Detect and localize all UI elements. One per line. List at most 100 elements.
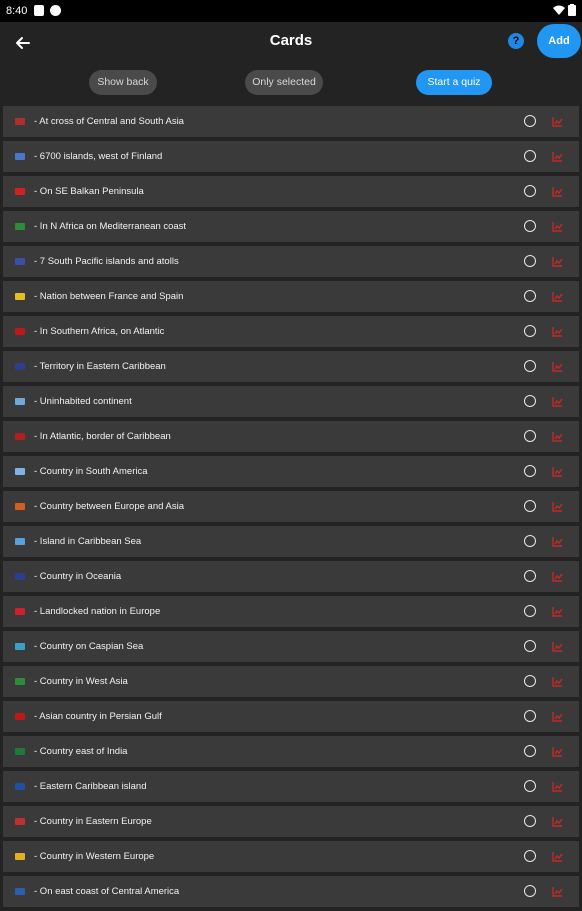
status-bar: 8:40 xyxy=(0,0,582,22)
select-radio[interactable] xyxy=(524,185,536,197)
stats-icon[interactable] xyxy=(552,676,563,687)
select-radio[interactable] xyxy=(524,815,536,827)
select-radio[interactable] xyxy=(524,395,536,407)
select-radio[interactable] xyxy=(524,500,536,512)
card-row[interactable]: - Asian country in Persian Gulf xyxy=(3,701,579,732)
stats-icon[interactable] xyxy=(552,536,563,547)
flag-icon xyxy=(15,888,25,895)
stats-icon[interactable] xyxy=(552,501,563,512)
select-radio[interactable] xyxy=(524,150,536,162)
card-label: - In N Africa on Mediterranean coast xyxy=(34,221,187,232)
stats-icon[interactable] xyxy=(552,606,563,617)
card-label: - Country in West Asia xyxy=(34,676,128,687)
card-label: - Country in Western Europe xyxy=(34,851,155,862)
card-row[interactable]: - On SE Balkan Peninsula xyxy=(3,176,579,207)
select-radio[interactable] xyxy=(524,535,536,547)
select-radio[interactable] xyxy=(524,780,536,792)
battery-icon xyxy=(568,4,576,16)
back-button[interactable] xyxy=(10,30,36,56)
stats-icon[interactable] xyxy=(552,396,563,407)
stats-icon[interactable] xyxy=(552,256,563,267)
select-radio[interactable] xyxy=(524,255,536,267)
card-row[interactable]: - Country on Caspian Sea xyxy=(3,631,579,662)
card-row[interactable]: - Eastern Caribbean island xyxy=(3,771,579,802)
card-label: - Country in Oceania xyxy=(34,571,122,582)
flag-icon xyxy=(15,713,25,720)
select-radio[interactable] xyxy=(524,850,536,862)
select-radio[interactable] xyxy=(524,325,536,337)
start-quiz-button[interactable]: Start a quiz xyxy=(416,70,492,95)
only-selected-chip[interactable]: Only selected xyxy=(245,70,323,95)
select-radio[interactable] xyxy=(524,885,536,897)
select-radio[interactable] xyxy=(524,430,536,442)
card-row[interactable]: - On east coast of Central America xyxy=(3,876,579,907)
stats-icon[interactable] xyxy=(552,816,563,827)
select-radio[interactable] xyxy=(524,220,536,232)
card-row[interactable]: - Country in West Asia xyxy=(3,666,579,697)
stats-icon[interactable] xyxy=(552,221,563,232)
select-radio[interactable] xyxy=(524,640,536,652)
select-radio[interactable] xyxy=(524,465,536,477)
card-label: - On east coast of Central America xyxy=(34,886,180,897)
stats-icon[interactable] xyxy=(552,466,563,477)
flag-icon xyxy=(15,433,25,440)
stats-icon[interactable] xyxy=(552,711,563,722)
stats-icon[interactable] xyxy=(552,116,563,127)
stats-icon[interactable] xyxy=(552,326,563,337)
card-row[interactable]: - 7 South Pacific islands and atolls xyxy=(3,246,579,277)
sd-card-icon xyxy=(34,5,44,16)
stats-icon[interactable] xyxy=(552,431,563,442)
card-row[interactable]: - Landlocked nation in Europe xyxy=(3,596,579,627)
stats-icon[interactable] xyxy=(552,781,563,792)
card-row[interactable]: - In Atlantic, border of Caribbean xyxy=(3,421,579,452)
card-row[interactable]: - Uninhabited continent xyxy=(3,386,579,417)
stats-icon[interactable] xyxy=(552,571,563,582)
select-radio[interactable] xyxy=(524,675,536,687)
stats-icon[interactable] xyxy=(552,641,563,652)
card-row[interactable]: - In N Africa on Mediterranean coast xyxy=(3,211,579,242)
show-back-chip[interactable]: Show back xyxy=(89,70,157,95)
card-row[interactable]: - Country in South America xyxy=(3,456,579,487)
stats-icon[interactable] xyxy=(552,851,563,862)
select-radio[interactable] xyxy=(524,115,536,127)
card-label: - 7 South Pacific islands and atolls xyxy=(34,256,179,267)
stats-icon[interactable] xyxy=(552,886,563,897)
stats-icon[interactable] xyxy=(552,746,563,757)
card-label: - Territory in Eastern Caribbean xyxy=(34,361,166,372)
card-row[interactable]: - At cross of Central and South Asia xyxy=(3,106,579,137)
card-row[interactable]: - Country in Eastern Europe xyxy=(3,806,579,837)
card-label: - Asian country in Persian Gulf xyxy=(34,711,162,722)
card-label: - Country in Eastern Europe xyxy=(34,816,152,827)
card-row[interactable]: - Country in Western Europe xyxy=(3,841,579,872)
page-title: Cards xyxy=(269,32,313,49)
stats-icon[interactable] xyxy=(552,151,563,162)
flag-icon xyxy=(15,748,25,755)
flag-icon xyxy=(15,188,25,195)
card-row[interactable]: - In Southern Africa, on Atlantic xyxy=(3,316,579,347)
card-row[interactable]: - Country between Europe and Asia xyxy=(3,491,579,522)
card-row[interactable]: - Territory in Eastern Caribbean xyxy=(3,351,579,382)
select-radio[interactable] xyxy=(524,710,536,722)
flag-icon xyxy=(15,328,25,335)
card-row[interactable]: - Island in Caribbean Sea xyxy=(3,526,579,557)
card-row[interactable]: - Country in Oceania xyxy=(3,561,579,592)
flag-icon xyxy=(15,783,25,790)
card-row[interactable]: - Nation between France and Spain xyxy=(3,281,579,312)
select-radio[interactable] xyxy=(524,290,536,302)
select-radio[interactable] xyxy=(524,570,536,582)
card-row[interactable]: - 6700 islands, west of Finland xyxy=(3,141,579,172)
select-radio[interactable] xyxy=(524,605,536,617)
flag-icon xyxy=(15,118,25,125)
card-label: - 6700 islands, west of Finland xyxy=(34,151,163,162)
stats-icon[interactable] xyxy=(552,291,563,302)
help-button[interactable]: ? xyxy=(508,33,524,49)
flag-icon xyxy=(15,678,25,685)
flag-icon xyxy=(15,468,25,475)
flag-icon xyxy=(15,223,25,230)
select-radio[interactable] xyxy=(524,360,536,372)
add-button[interactable]: Add xyxy=(537,24,581,58)
select-radio[interactable] xyxy=(524,745,536,757)
stats-icon[interactable] xyxy=(552,186,563,197)
card-row[interactable]: - Country east of India xyxy=(3,736,579,767)
stats-icon[interactable] xyxy=(552,361,563,372)
